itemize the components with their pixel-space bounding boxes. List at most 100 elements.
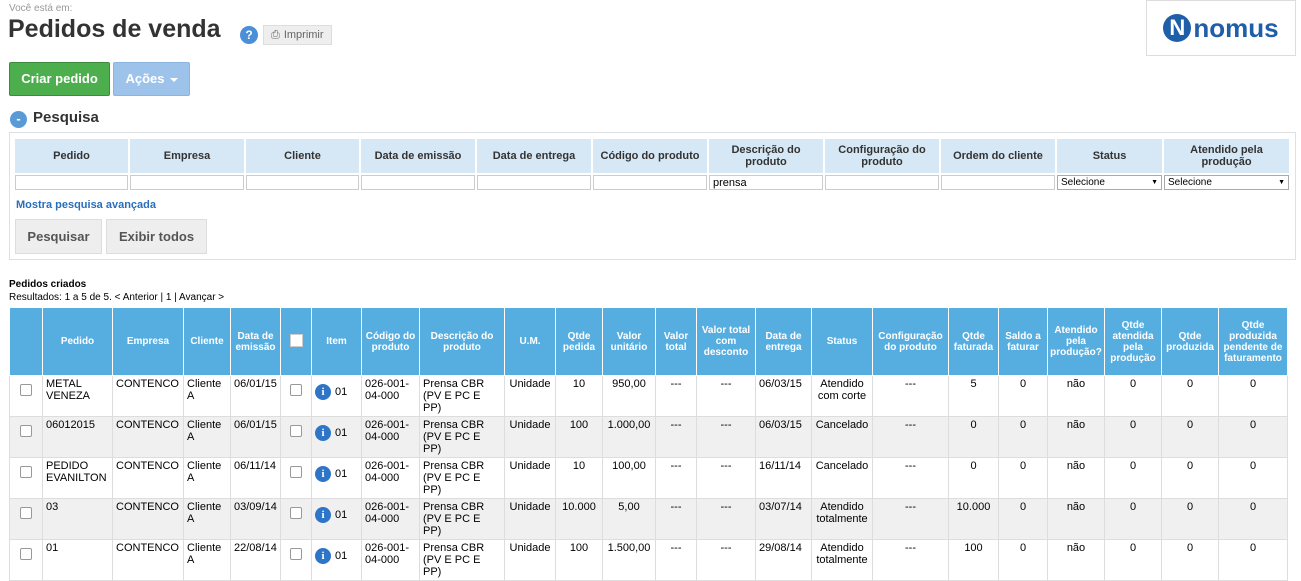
info-icon[interactable]: i xyxy=(315,425,331,441)
cell-valor_total: --- xyxy=(655,539,697,581)
select-all-checkbox[interactable] xyxy=(289,333,303,347)
cell-qtde: 100 xyxy=(555,416,603,458)
show-all-button[interactable]: Exibir todos xyxy=(106,219,207,254)
cell-valor_total: --- xyxy=(655,416,697,458)
cell-faturada: 0 xyxy=(948,457,999,499)
cell-atendido: não xyxy=(1047,375,1105,417)
atendido-select[interactable]: Selecione ▼ xyxy=(1164,175,1289,190)
status-select[interactable]: Selecione ▼ xyxy=(1057,175,1162,190)
row-checkbox[interactable] xyxy=(20,548,32,560)
cell-status: Atendido totalmente xyxy=(811,498,873,540)
column-header[interactable]: Status xyxy=(811,307,873,376)
cell-cliente: Cliente A xyxy=(183,457,231,499)
create-order-button[interactable]: Criar pedido xyxy=(9,62,110,96)
column-header[interactable]: Qtde produzida xyxy=(1161,307,1219,376)
entrega-filter-input[interactable] xyxy=(477,175,591,190)
cell-valor_total: --- xyxy=(655,457,697,499)
item-checkbox[interactable] xyxy=(290,507,302,519)
table-row[interactable]: PEDIDO EVANILTON CONTENCO Cliente A 06/11/1… xyxy=(9,457,1288,499)
column-header[interactable]: Data de emissão xyxy=(230,307,281,376)
ordem-filter-input[interactable] xyxy=(941,175,1055,190)
descricao-filter-input[interactable]: prensa xyxy=(709,175,823,190)
search-button[interactable]: Pesquisar xyxy=(15,219,102,254)
configuracao-filter-input[interactable] xyxy=(825,175,939,190)
cell-saldo: 0 xyxy=(998,457,1048,499)
row-checkbox[interactable] xyxy=(20,507,32,519)
results-pagination[interactable]: Resultados: 1 a 5 de 5. < Anterior | 1 |… xyxy=(9,292,224,303)
item-checkbox[interactable] xyxy=(290,425,302,437)
cell-cliente: Cliente A xyxy=(183,539,231,581)
print-button[interactable]: ⎙ Imprimir xyxy=(263,25,332,45)
codigo-filter-input[interactable] xyxy=(593,175,707,190)
cell-atendido: não xyxy=(1047,416,1105,458)
cell-pedido: METAL VENEZA xyxy=(42,375,113,417)
atendido-select-value: Selecione xyxy=(1168,177,1212,188)
cell-emissao: 03/09/14 xyxy=(230,498,281,540)
table-row[interactable]: 01 CONTENCO Cliente A 22/08/14 i 01 026-001-04… xyxy=(9,539,1288,581)
cell-config: --- xyxy=(872,539,949,581)
info-icon[interactable]: i xyxy=(315,384,331,400)
column-header[interactable]: Código do produto xyxy=(361,307,420,376)
column-header[interactable]: Valor unitário xyxy=(602,307,656,376)
item-wrapper: i 01 xyxy=(315,460,358,482)
table-row[interactable]: 03 CONTENCO Cliente A 03/09/14 i 01 026-001-04… xyxy=(9,498,1288,540)
cell-descricao: Prensa CBR (PV E PC E PP) xyxy=(419,539,505,581)
column-header[interactable]: Empresa xyxy=(112,307,184,376)
column-header[interactable]: Qtde produzida pendente de faturamento xyxy=(1218,307,1288,376)
table-row[interactable]: 06012015 CONTENCO Cliente A 06/01/15 i 01 026-… xyxy=(9,416,1288,458)
cell-config: --- xyxy=(872,457,949,499)
cell-emissao: 06/01/15 xyxy=(230,416,281,458)
search-input-row: prensa Selecione ▼ Selecione ▼ xyxy=(15,175,1291,190)
cell-valor_desc: --- xyxy=(696,539,756,581)
collapse-search-icon[interactable]: - xyxy=(10,111,27,128)
column-header[interactable]: Atendido pela produção? xyxy=(1047,307,1105,376)
column-header[interactable]: Configuração do produto xyxy=(872,307,949,376)
cell-valor_desc: --- xyxy=(696,375,756,417)
cliente-filter-input[interactable] xyxy=(246,175,359,190)
cell-valor_desc: --- xyxy=(696,498,756,540)
column-header[interactable]: Qtde atendida pela produção xyxy=(1104,307,1162,376)
cell-cliente: Cliente A xyxy=(183,498,231,540)
empresa-filter-input[interactable] xyxy=(130,175,244,190)
row-checkbox[interactable] xyxy=(20,384,32,396)
info-icon[interactable]: i xyxy=(315,507,331,523)
emissao-filter-input[interactable] xyxy=(361,175,475,190)
item-cell: i 01 xyxy=(311,416,362,458)
info-icon[interactable]: i xyxy=(315,466,331,482)
cell-pendente: 0 xyxy=(1218,498,1288,540)
advanced-search-link[interactable]: Mostra pesquisa avançada xyxy=(16,199,156,211)
search-header: Status xyxy=(1057,139,1164,173)
cell-codigo: 026-001-04-000 xyxy=(361,498,420,540)
item-checkbox[interactable] xyxy=(290,384,302,396)
column-header[interactable]: Valor total xyxy=(655,307,697,376)
table-row[interactable]: METAL VENEZA CONTENCO Cliente A 06/01/15 i 01… xyxy=(9,375,1288,417)
cell-um: Unidade xyxy=(504,498,556,540)
column-header[interactable]: Item xyxy=(311,307,362,376)
column-header[interactable]: Saldo a faturar xyxy=(998,307,1048,376)
search-header: Descrição do produto xyxy=(709,139,825,173)
cell-faturada: 5 xyxy=(948,375,999,417)
pedido-filter-input[interactable] xyxy=(15,175,128,190)
column-header[interactable]: Pedido xyxy=(42,307,113,376)
help-icon[interactable]: ? xyxy=(240,26,258,44)
item-checkbox[interactable] xyxy=(290,466,302,478)
cell-qtde_atendida: 0 xyxy=(1104,539,1162,581)
row-select-cell xyxy=(9,416,43,458)
column-header[interactable]: Descrição do produto xyxy=(419,307,505,376)
cell-valor_desc: --- xyxy=(696,457,756,499)
item-wrapper: i 01 xyxy=(315,542,358,564)
column-header[interactable]: Qtde faturada xyxy=(948,307,999,376)
column-header[interactable]: Data de entrega xyxy=(755,307,812,376)
actions-dropdown-button[interactable]: Ações xyxy=(113,62,190,96)
table-header-row: Pedido Empresa Cliente Data de emissão I… xyxy=(9,307,1288,376)
page-title: Pedidos de venda xyxy=(8,15,221,43)
column-header[interactable]: U.M. xyxy=(504,307,556,376)
info-icon[interactable]: i xyxy=(315,548,331,564)
cell-atendido: não xyxy=(1047,457,1105,499)
column-header[interactable]: Cliente xyxy=(183,307,231,376)
column-header[interactable]: Valor total com desconto xyxy=(696,307,756,376)
row-checkbox[interactable] xyxy=(20,466,32,478)
item-checkbox[interactable] xyxy=(290,548,302,560)
row-checkbox[interactable] xyxy=(20,425,32,437)
column-header[interactable]: Qtde pedida xyxy=(555,307,603,376)
